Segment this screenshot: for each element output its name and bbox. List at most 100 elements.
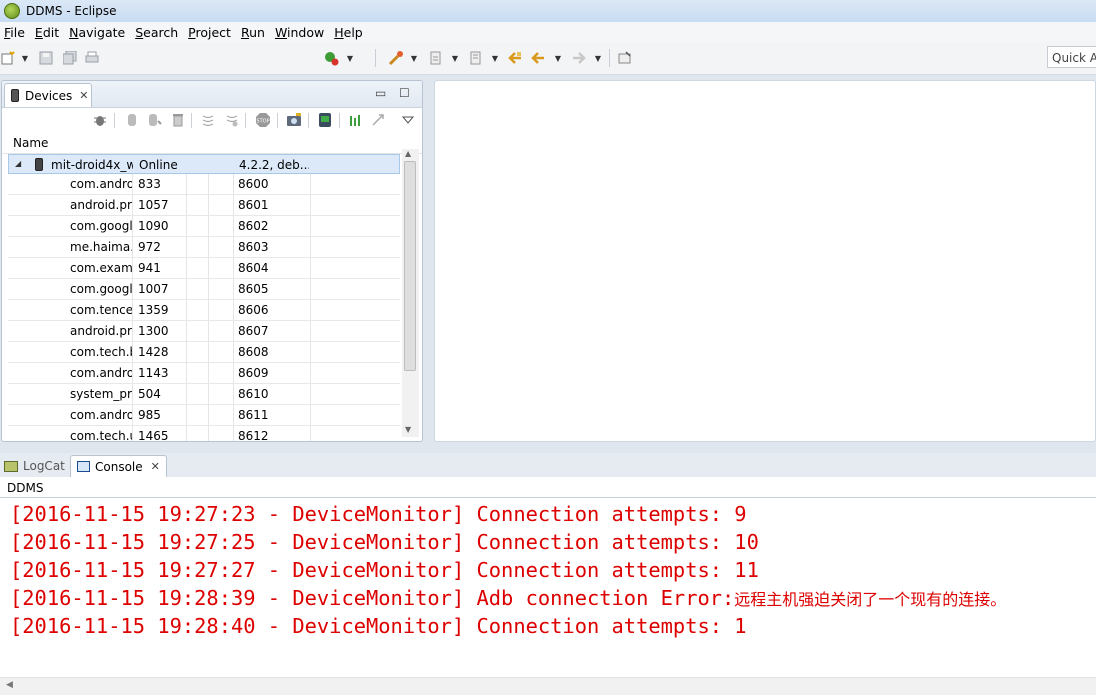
console-line: [2016-11-15 19:27:25 - DeviceMonitor] Co…: [10, 528, 1006, 556]
console-output[interactable]: [2016-11-15 19:27:23 - DeviceMonitor] Co…: [10, 500, 1006, 640]
process-name: com.tech.b: [70, 345, 132, 359]
last-edit-location-icon[interactable]: [507, 50, 523, 66]
process-row[interactable]: com.tencer 1359 8606: [8, 300, 400, 321]
menu-accel: E: [34, 24, 43, 40]
scrollbar-thumb[interactable]: [404, 161, 416, 371]
debug-as-icon[interactable]: [323, 50, 339, 66]
menu-file[interactable]: File: [0, 25, 31, 40]
tab-console[interactable]: Console ✕: [70, 455, 167, 477]
close-icon[interactable]: ✕: [79, 89, 88, 102]
device-row[interactable]: ◢ mit-droid4x_w Online 4.2.2, deb...: [8, 154, 400, 174]
menu-bar: File Edit Navigate Search Project Run Wi…: [0, 22, 1096, 42]
tab-logcat[interactable]: LogCat: [4, 455, 65, 477]
process-port: 8612: [238, 429, 269, 442]
process-port: 8601: [238, 198, 269, 212]
process-row[interactable]: com.andro 1143 8609: [8, 363, 400, 384]
opengl-trace-icon[interactable]: [348, 112, 364, 128]
process-row[interactable]: com.tech.u 1465 8612: [8, 426, 400, 442]
process-name: com.andro: [70, 366, 132, 380]
eclipse-app-icon: [4, 3, 20, 19]
update-heap-icon[interactable]: [124, 112, 140, 128]
devices-table: ◢ mit-droid4x_w Online 4.2.2, deb... com…: [8, 154, 400, 442]
process-row[interactable]: system_prc 504 8610: [8, 384, 400, 405]
toolbar-separator: [114, 113, 115, 128]
menu-edit[interactable]: Edit: [31, 25, 65, 40]
menu-window[interactable]: Window: [271, 25, 330, 40]
menu-label: earch: [143, 24, 179, 40]
quick-access-input[interactable]: Quick Access: [1047, 46, 1096, 68]
devices-table-header: Name: [2, 133, 422, 154]
toolbar-separator: [308, 113, 309, 128]
new-icon[interactable]: [0, 50, 16, 66]
console-horizontal-scrollbar[interactable]: ◀: [0, 677, 1096, 695]
external-tools-icon[interactable]: [388, 50, 404, 66]
next-annotation-icon[interactable]: [428, 50, 444, 66]
close-icon[interactable]: ✕: [151, 460, 160, 473]
pin-editor-icon[interactable]: [617, 50, 633, 66]
back-dropdown-icon[interactable]: ▼: [554, 50, 562, 66]
process-row[interactable]: com.googl 1090 8602: [8, 216, 400, 237]
start-method-profiling-icon[interactable]: [224, 112, 240, 128]
previous-annotation-dropdown-icon[interactable]: ▼: [491, 50, 499, 66]
process-pid: 1143: [138, 366, 169, 380]
previous-annotation-icon[interactable]: [468, 50, 484, 66]
editor-area: [434, 80, 1096, 442]
stop-process-icon[interactable]: STOP: [255, 112, 271, 128]
forward-dropdown-icon[interactable]: ▼: [594, 50, 602, 66]
minimize-icon[interactable]: ▭: [375, 86, 386, 100]
process-pid: 1428: [138, 345, 169, 359]
menu-label: un: [249, 24, 265, 40]
menu-label: ile: [10, 24, 25, 40]
systrace-icon[interactable]: [317, 112, 333, 128]
process-port: 8605: [238, 282, 269, 296]
external-tools-dropdown-icon[interactable]: ▼: [410, 50, 418, 66]
process-row[interactable]: android.pr 1057 8601: [8, 195, 400, 216]
print-icon[interactable]: [84, 50, 100, 66]
devices-view: Devices ✕ ▭ ☐ STOP Name ◢ mit-droid4x_w …: [1, 80, 423, 442]
forward-arrow-icon[interactable]: [571, 50, 587, 66]
process-name: me.haima.a: [70, 240, 132, 254]
process-port: 8608: [238, 345, 269, 359]
cause-gc-icon[interactable]: [170, 112, 186, 128]
process-row[interactable]: com.andro 985 8611: [8, 405, 400, 426]
process-row[interactable]: me.haima.a 972 8603: [8, 237, 400, 258]
menu-accel: H: [334, 24, 344, 40]
update-threads-icon[interactable]: [200, 112, 216, 128]
screen-capture-icon[interactable]: [286, 112, 302, 128]
tab-devices[interactable]: Devices ✕: [4, 83, 92, 107]
toolbar-separator: [339, 113, 340, 128]
menu-label: roject: [195, 24, 231, 40]
process-name: com.tech.u: [70, 429, 132, 442]
save-all-icon[interactable]: [62, 50, 78, 66]
maximize-icon[interactable]: ☐: [399, 86, 410, 100]
save-icon[interactable]: [38, 50, 54, 66]
process-pid: 1007: [138, 282, 169, 296]
menu-navigate[interactable]: Navigate: [65, 25, 131, 40]
scroll-up-icon[interactable]: ▲: [405, 149, 411, 158]
process-row[interactable]: android.pr 1300 8607: [8, 321, 400, 342]
process-row[interactable]: com.examp 941 8604: [8, 258, 400, 279]
menu-help[interactable]: Help: [330, 25, 369, 40]
process-row[interactable]: com.andro 833 8600: [8, 174, 400, 195]
process-row[interactable]: com.tech.b 1428 8608: [8, 342, 400, 363]
scroll-left-icon[interactable]: ◀: [6, 680, 13, 690]
back-arrow-icon[interactable]: [530, 50, 546, 66]
column-name-header[interactable]: Name: [13, 136, 48, 150]
scroll-down-icon[interactable]: ▼: [405, 425, 411, 434]
debug-dropdown-icon[interactable]: ▼: [346, 50, 354, 66]
toolbar-separator: [245, 113, 246, 128]
menu-run[interactable]: Run: [237, 25, 271, 40]
dump-hprof-icon[interactable]: [147, 112, 163, 128]
collapse-triangle-icon[interactable]: ◢: [15, 159, 21, 168]
hierarchy-view-icon[interactable]: [370, 112, 386, 128]
tab-console-label: Console: [95, 459, 143, 474]
new-dropdown-icon[interactable]: ▼: [21, 50, 29, 66]
view-menu-icon[interactable]: [400, 112, 416, 128]
next-annotation-dropdown-icon[interactable]: ▼: [451, 50, 459, 66]
menu-search[interactable]: Search: [131, 25, 184, 40]
process-port: 8609: [238, 366, 269, 380]
process-port: 8607: [238, 324, 269, 338]
process-row[interactable]: com.googl 1007 8605: [8, 279, 400, 300]
debug-bug-icon[interactable]: [92, 112, 108, 128]
menu-project[interactable]: Project: [184, 25, 237, 40]
